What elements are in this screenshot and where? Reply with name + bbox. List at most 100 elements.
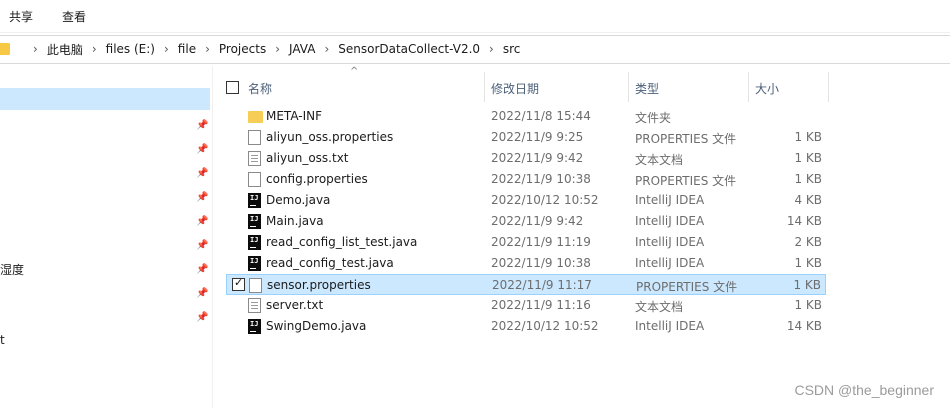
breadcrumb-item[interactable]: 此电脑 — [47, 41, 83, 58]
file-date: 2022/11/9 11:17 — [492, 278, 592, 292]
file-row[interactable]: ✓ sensor.properties 2022/11/9 11:17 PROPERT… — [226, 274, 826, 295]
file-name: SwingDemo.java — [266, 319, 367, 333]
file-size: 1 KB — [794, 151, 822, 165]
file-row[interactable]: config.properties 2022/11/9 10:38 PROPERTI… — [226, 169, 826, 190]
file-date: 2022/11/9 9:25 — [491, 130, 584, 144]
file-size: 1 KB — [794, 298, 822, 312]
breadcrumb-separator-icon[interactable]: › — [489, 42, 494, 56]
file-name: Demo.java — [266, 193, 331, 207]
pin-icon[interactable]: 📌 — [196, 169, 208, 179]
intellij-icon: IJ — [248, 235, 261, 250]
breadcrumb-item[interactable]: src — [503, 42, 521, 56]
intellij-icon: IJ — [248, 214, 261, 229]
file-type: IntelliJ IDEA — [635, 235, 705, 249]
file-size: 1 KB — [794, 130, 822, 144]
text-file-icon — [248, 151, 261, 166]
breadcrumb-separator-icon[interactable]: › — [33, 42, 38, 56]
watermark: CSDN @the_beginner — [794, 382, 934, 398]
breadcrumb-item[interactable]: file — [178, 42, 196, 56]
file-size: 14 KB — [786, 319, 822, 333]
breadcrumb-separator-icon[interactable]: › — [164, 42, 169, 56]
file-name: server.txt — [266, 298, 324, 312]
address-bar[interactable]: › 此电脑 › files (E:) › file › Projects › JAVA › Senso… — [0, 35, 950, 64]
breadcrumb-item[interactable]: SensorDataCollect-V2.0 — [338, 42, 480, 56]
file-name: META-INF — [266, 109, 323, 123]
column-date[interactable]: 修改日期 — [484, 72, 629, 102]
file-row[interactable]: IJ read_config_list_test.java 2022/11/9 11… — [226, 232, 826, 253]
file-size: 1 KB — [794, 256, 822, 270]
pin-icon[interactable]: 📌 — [196, 313, 208, 323]
pin-icon[interactable]: 📌 — [196, 265, 208, 275]
file-name: read_config_list_test.java — [266, 235, 418, 249]
file-icon — [248, 172, 261, 187]
file-date: 2022/10/12 10:52 — [491, 193, 599, 207]
folder-icon — [0, 43, 10, 55]
breadcrumb-separator-icon[interactable]: › — [92, 42, 97, 56]
file-date: 2022/11/9 10:38 — [491, 256, 591, 270]
file-type: IntelliJ IDEA — [635, 193, 705, 207]
tab-view[interactable]: 查看 — [62, 8, 86, 25]
file-icon — [249, 278, 262, 293]
column-size-label: 大小 — [755, 82, 780, 96]
column-name-label: 名称 — [248, 82, 273, 96]
intellij-icon: IJ — [248, 256, 261, 271]
file-name: aliyun_oss.properties — [266, 130, 394, 144]
file-type: IntelliJ IDEA — [635, 319, 705, 333]
file-size: 4 KB — [794, 193, 822, 207]
column-date-label: 修改日期 — [491, 82, 540, 96]
pin-icon[interactable]: 📌 — [196, 193, 208, 203]
column-name[interactable]: 名称 — [218, 72, 485, 102]
file-date: 2022/11/8 15:44 — [491, 109, 591, 123]
file-date: 2022/11/9 10:38 — [491, 172, 591, 186]
file-size: 1 KB — [793, 278, 821, 292]
breadcrumb-separator-icon[interactable]: › — [275, 42, 280, 56]
file-type: PROPERTIES 文件 — [635, 132, 737, 146]
file-name: sensor.properties — [267, 278, 371, 292]
file-type: 文本文档 — [635, 300, 684, 314]
pin-icon[interactable]: 📌 — [196, 145, 208, 155]
intellij-icon: IJ — [248, 319, 261, 334]
file-row[interactable]: IJ SwingDemo.java 2022/10/12 10:52 IntelliJ… — [226, 316, 826, 337]
file-name: aliyun_oss.txt — [266, 151, 349, 165]
file-type: IntelliJ IDEA — [635, 214, 705, 228]
file-row[interactable]: IJ Demo.java 2022/10/12 10:52 IntelliJ IDEA… — [226, 190, 826, 211]
breadcrumb-separator-icon[interactable]: › — [324, 42, 329, 56]
file-name: Main.java — [266, 214, 324, 228]
file-date: 2022/11/9 11:19 — [491, 235, 591, 249]
breadcrumb-item[interactable]: JAVA — [289, 42, 315, 56]
column-type[interactable]: 类型 — [628, 72, 749, 102]
folder-icon — [248, 111, 263, 123]
file-row[interactable]: IJ Main.java 2022/11/9 9:42 IntelliJ IDEA 14… — [226, 211, 826, 232]
nav-item-label[interactable]: 湿度 — [0, 261, 24, 278]
checkmark-icon: ✓ — [234, 276, 244, 289]
file-name: read_config_test.java — [266, 256, 394, 270]
file-row[interactable]: aliyun_oss.properties 2022/11/9 9:25 PROPE… — [226, 127, 826, 148]
nav-selected-item[interactable] — [0, 88, 210, 110]
pin-icon[interactable]: 📌 — [196, 241, 208, 251]
tab-share[interactable]: 共享 — [9, 8, 33, 25]
file-size: 14 KB — [786, 214, 822, 228]
file-row[interactable]: server.txt 2022/11/9 11:16 文本文档 1 KB — [226, 295, 826, 316]
file-date: 2022/11/9 11:16 — [491, 298, 591, 312]
file-row[interactable]: META-INF 2022/11/8 15:44 文件夹 — [226, 106, 826, 127]
navigation-pane[interactable]: 📌 📌 📌 📌 📌 📌 📌 📌 📌 湿度 t — [0, 66, 213, 408]
file-date: 2022/11/9 9:42 — [491, 214, 584, 228]
file-row[interactable]: aliyun_oss.txt 2022/11/9 9:42 文本文档 1 KB — [226, 148, 826, 169]
breadcrumb-separator-icon[interactable]: › — [205, 42, 210, 56]
text-file-icon — [248, 298, 261, 313]
row-checkbox[interactable]: ✓ — [232, 276, 245, 291]
file-icon — [248, 130, 261, 145]
pin-icon[interactable]: 📌 — [196, 289, 208, 299]
pin-icon[interactable]: 📌 — [196, 217, 208, 227]
ribbon: 共享 查看 — [0, 0, 950, 33]
breadcrumb-item[interactable]: files (E:) — [106, 42, 155, 56]
nav-item-label[interactable]: t — [0, 333, 5, 347]
file-row[interactable]: IJ read_config_test.java 2022/11/9 10:38 In… — [226, 253, 826, 274]
breadcrumb-item[interactable]: Projects — [219, 42, 266, 56]
pin-icon[interactable]: 📌 — [196, 121, 208, 131]
file-type: IntelliJ IDEA — [635, 256, 705, 270]
file-date: 2022/11/9 9:42 — [491, 151, 584, 165]
column-size[interactable]: 大小 — [748, 72, 829, 102]
file-type: PROPERTIES 文件 — [635, 174, 737, 188]
column-header: 名称 修改日期 类型 大小 — [218, 72, 830, 102]
